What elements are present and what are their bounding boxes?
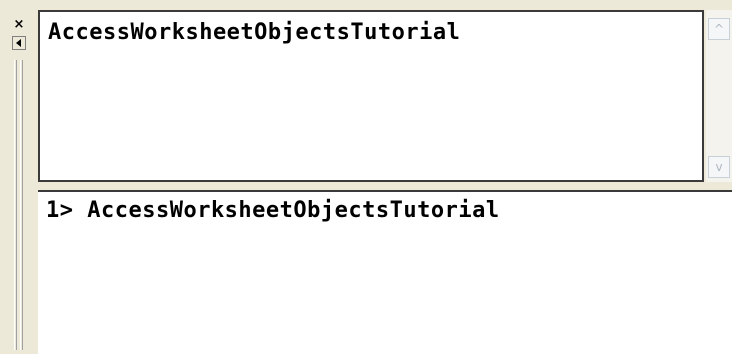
command-input-pane[interactable]: AccessWorksheetObjectsTutorial (38, 10, 704, 182)
drag-grip[interactable] (14, 60, 17, 350)
pane-splitter[interactable] (38, 184, 732, 188)
history-line: 1> AccessWorksheetObjectsTutorial (46, 198, 500, 223)
vertical-scrollbar[interactable]: ^ v (706, 10, 732, 182)
command-history-pane: 1> AccessWorksheetObjectsTutorial (38, 190, 732, 354)
collapse-arrow-icon[interactable] (12, 36, 26, 50)
docking-strip: × (0, 0, 38, 354)
close-icon[interactable]: × (12, 18, 26, 32)
scroll-up-button[interactable]: ^ (708, 18, 730, 40)
command-text[interactable]: AccessWorksheetObjectsTutorial (48, 20, 460, 45)
drag-grip[interactable] (20, 60, 23, 350)
scroll-down-button[interactable]: v (708, 156, 730, 178)
